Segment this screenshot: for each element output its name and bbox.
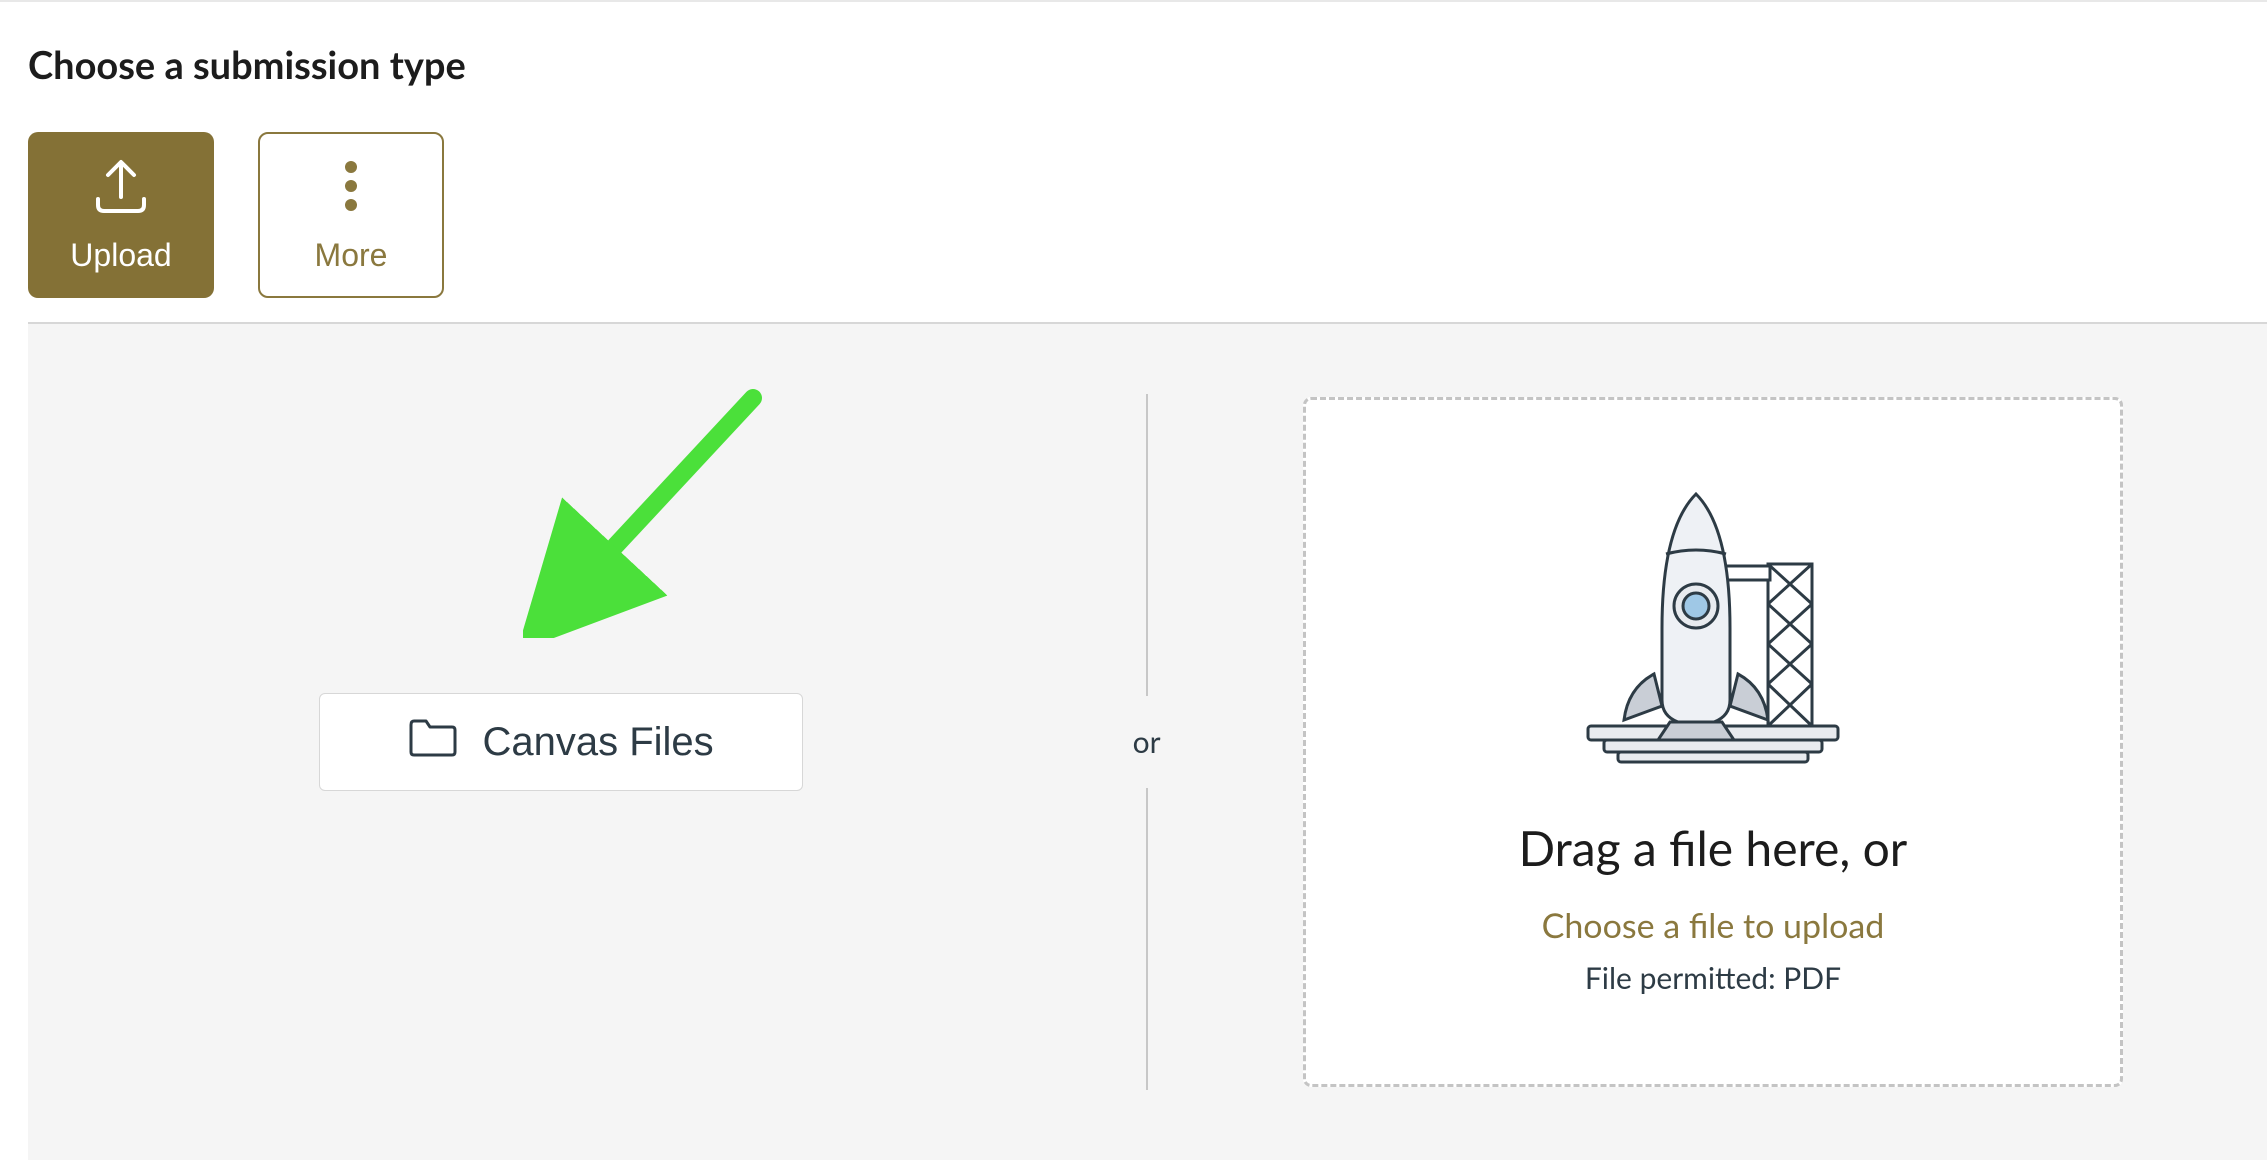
tab-upload-label: Upload	[70, 237, 171, 274]
or-label: or	[1133, 696, 1161, 788]
upload-panel: Canvas Files or	[28, 324, 2267, 1160]
choose-file-link[interactable]: Choose a file to upload	[1542, 905, 1885, 946]
canvas-files-label: Canvas Files	[482, 720, 713, 765]
rocket-illustration-icon	[1558, 488, 1868, 782]
header: Choose a submission type	[0, 2, 2267, 106]
tab-more-label: More	[315, 237, 388, 274]
canvas-files-button[interactable]: Canvas Files	[319, 693, 802, 791]
submission-type-tabs: Upload More	[0, 106, 2267, 298]
vertical-line-top	[1146, 394, 1148, 696]
or-separator: or	[1094, 394, 1199, 1090]
more-vertical-icon	[343, 157, 359, 223]
dropzone-drag-text: Drag a file here, or	[1519, 820, 1908, 877]
file-dropzone[interactable]: Drag a file here, or Choose a file to up…	[1303, 397, 2123, 1087]
page-heading: Choose a submission type	[28, 42, 2239, 88]
upload-icon	[90, 157, 152, 223]
dropzone-column: Drag a file here, or Choose a file to up…	[1199, 394, 2267, 1090]
vertical-line-bottom	[1146, 788, 1148, 1090]
folder-icon	[408, 716, 458, 768]
file-permitted-text: File permitted: PDF	[1585, 960, 1841, 996]
tab-more[interactable]: More	[258, 132, 444, 298]
tab-upload[interactable]: Upload	[28, 132, 214, 298]
canvas-files-column: Canvas Files	[28, 394, 1094, 1090]
